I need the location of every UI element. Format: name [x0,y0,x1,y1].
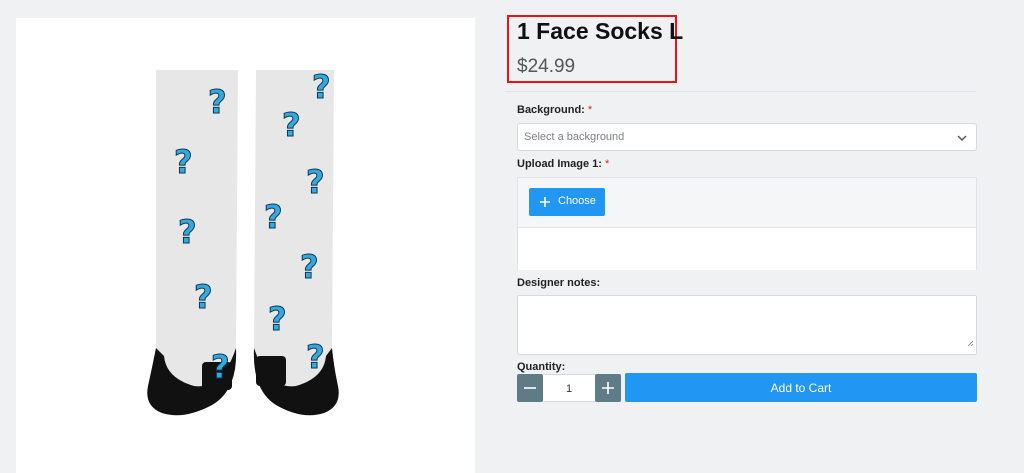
upload-label: Upload Image 1: * [517,158,609,170]
resize-grip-icon[interactable] [967,334,974,352]
designer-notes-textarea[interactable] [517,295,977,355]
add-to-cart-button[interactable]: Add to Cart [625,373,977,402]
product-title: 1 Face Socks L [517,18,684,44]
plus-icon [539,195,551,213]
plus-icon [602,382,614,394]
svg-text:?: ? [306,163,325,201]
required-mark: * [587,104,593,116]
background-select-placeholder: Select a background [524,131,625,143]
svg-text:?: ? [300,248,319,286]
svg-text:?: ? [194,278,213,316]
add-to-cart-label: Add to Cart [770,381,832,395]
background-select[interactable]: Select a background [517,123,977,151]
quantity-increase-button[interactable] [595,374,621,402]
upload-drop-area[interactable] [518,227,976,270]
required-mark: * [605,158,610,170]
designer-notes-label: Designer notes: [517,277,601,289]
svg-text:?: ? [178,213,197,251]
background-label: Background: * [517,104,592,116]
upload-image-box: Choose [517,177,977,270]
svg-text:?: ? [306,338,325,376]
svg-text:?: ? [174,143,193,181]
minus-icon [524,387,536,389]
choose-button-label: Choose [558,195,596,207]
upload-label-text: Upload Image 1: [517,158,602,170]
svg-text:?: ? [312,68,331,106]
svg-text:?: ? [211,348,230,386]
socks-product-image: ? ? ? ? ? ? ? ? ? ? ? ? [147,68,339,416]
svg-text:?: ? [282,106,301,144]
quantity-input[interactable]: 1 [543,374,595,402]
divider [505,91,976,92]
quantity-value: 1 [565,383,573,395]
product-image-panel: ? ? ? ? ? ? ? ? ? ? ? ? [16,18,475,473]
svg-text:?: ? [268,300,287,338]
quantity-decrease-button[interactable] [517,374,543,402]
svg-text:?: ? [264,198,283,236]
background-label-text: Background: [517,104,585,116]
chevron-down-icon [956,131,968,149]
product-price: $24.99 [517,56,576,77]
quantity-label: Quantity: [517,361,566,373]
svg-text:?: ? [208,83,227,121]
choose-button[interactable]: Choose [529,188,605,216]
